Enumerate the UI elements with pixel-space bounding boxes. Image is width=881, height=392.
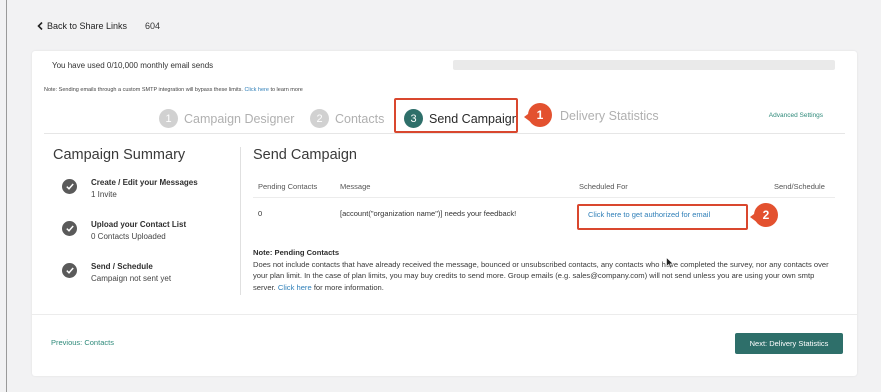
- step-label: Contacts: [335, 111, 385, 126]
- check-circle-icon: [62, 179, 77, 194]
- column-header-scheduled: Scheduled For: [579, 182, 628, 191]
- campaign-card: You have used 0/10,000 monthly email sen…: [32, 51, 857, 376]
- previous-contacts-link[interactable]: Previous: Contacts: [51, 338, 114, 347]
- advanced-settings-link[interactable]: Advanced Settings: [769, 112, 823, 119]
- smtp-learn-more-link[interactable]: Click here: [244, 87, 268, 93]
- message-subject: [account("organization name")] needs you…: [340, 209, 517, 218]
- chevron-left-icon: [37, 22, 43, 30]
- summary-item-title: Send / Schedule: [91, 262, 153, 271]
- back-label: Back to Share Links: [47, 21, 128, 31]
- step-contacts[interactable]: 2 Contacts: [310, 109, 384, 128]
- summary-item-contacts: Upload your Contact List 0 Contacts Uplo…: [62, 220, 186, 241]
- usage-progress-bar: [453, 60, 835, 70]
- step-label: Delivery Statistics: [560, 109, 659, 123]
- table-header-divider: [253, 197, 835, 198]
- top-bar: Back to Share Links 604: [37, 21, 160, 31]
- summary-item-send: Send / Schedule Campaign not sent yet: [62, 262, 171, 283]
- pending-note-suffix: for more information.: [313, 282, 384, 292]
- smtp-note-suffix: to learn more: [270, 87, 303, 93]
- divider: [44, 133, 845, 134]
- highlight-box-authorize: [577, 204, 748, 230]
- footer-divider: [32, 314, 857, 315]
- pending-note-heading: Note: Pending Contacts: [253, 248, 340, 257]
- step-label: Campaign Designer: [184, 111, 295, 126]
- summary-item-title: Upload your Contact List: [91, 220, 187, 229]
- pending-contacts-note: Note: Pending Contacts Does not include …: [253, 247, 838, 293]
- campaign-summary-title: Campaign Summary: [53, 147, 186, 163]
- callout-marker-2: 2: [750, 203, 778, 231]
- summary-item-subtitle: 0 Contacts Uploaded: [91, 232, 166, 241]
- summary-item-title: Create / Edit your Messages: [91, 178, 198, 187]
- column-header-send-schedule: Send/Schedule: [774, 182, 825, 191]
- window-edge: [6, 0, 7, 392]
- back-to-share-links-link[interactable]: Back to Share Links: [37, 21, 127, 31]
- summary-item-messages: Create / Edit your Messages 1 Invite: [62, 178, 198, 199]
- summary-item-subtitle: 1 Invite: [91, 190, 117, 199]
- more-info-link[interactable]: Click here: [278, 283, 312, 292]
- column-header-message: Message: [340, 182, 371, 191]
- callout-marker-1: 1: [524, 103, 552, 131]
- mouse-cursor-icon: [666, 257, 674, 269]
- column-header-pending: Pending Contacts: [258, 182, 318, 191]
- pending-count: 0: [258, 209, 263, 218]
- callout-number: 2: [754, 203, 778, 227]
- column-divider: [240, 147, 241, 295]
- callout-number: 1: [528, 103, 552, 127]
- smtp-note: Note: Sending emails through a custom SM…: [44, 87, 303, 93]
- step-campaign-designer[interactable]: 1 Campaign Designer: [159, 109, 294, 128]
- step-number: 2: [310, 109, 329, 128]
- check-circle-icon: [62, 221, 77, 236]
- summary-item-subtitle: Campaign not sent yet: [91, 274, 172, 283]
- smtp-note-text: Note: Sending emails through a custom SM…: [44, 87, 243, 93]
- step-delivery-statistics[interactable]: Delivery Statistics: [560, 109, 659, 123]
- share-link-id: 604: [145, 21, 161, 31]
- step-number: 1: [159, 109, 178, 128]
- usage-text: You have used 0/10,000 monthly email sen…: [52, 61, 214, 70]
- highlight-box-send-campaign: [394, 98, 518, 133]
- check-circle-icon: [62, 263, 77, 278]
- send-campaign-title: Send Campaign: [253, 147, 357, 163]
- next-delivery-statistics-button[interactable]: Next: Delivery Statistics: [735, 333, 843, 354]
